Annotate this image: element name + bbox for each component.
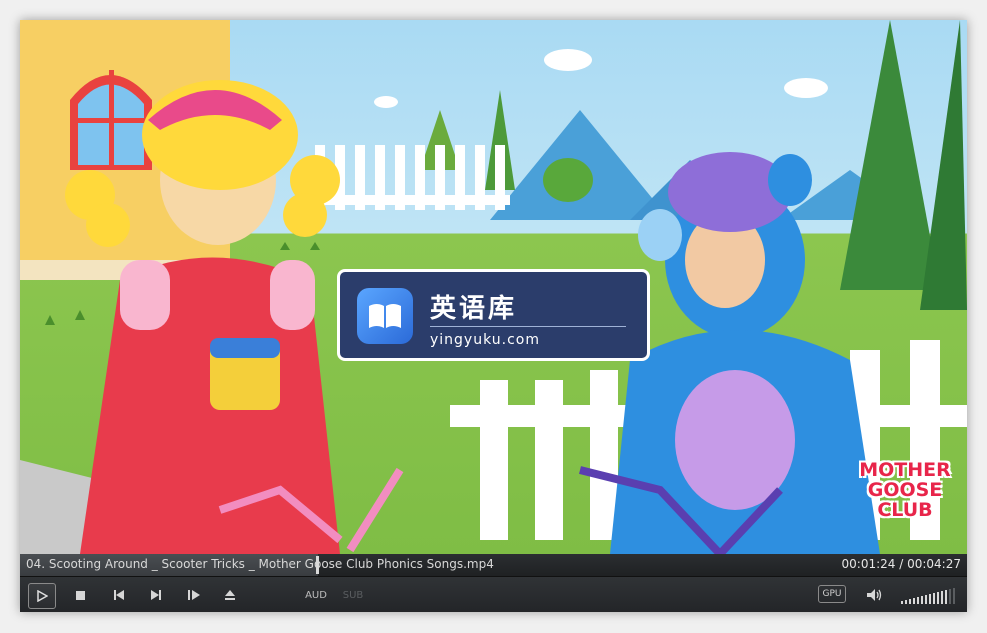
play-icon [37, 590, 48, 602]
stop-button[interactable] [67, 583, 93, 607]
subtitle-button[interactable]: SUB [340, 586, 366, 604]
brand-line-3: CLUB [877, 499, 933, 521]
audio-track-button[interactable]: AUD [303, 586, 329, 604]
volume-bar[interactable] [909, 599, 911, 604]
frame-step-button[interactable] [181, 583, 207, 607]
volume-bar[interactable] [913, 598, 915, 604]
play-button[interactable] [28, 583, 56, 609]
volume-bar[interactable] [925, 595, 927, 604]
media-player-window: 英语库 yingyuku.com MOTHER GOOSE CLUB 04. S… [20, 20, 967, 612]
control-bar: AUD SUB GPU [20, 576, 967, 612]
stop-icon [75, 590, 85, 600]
watermark-title: 英语库 [430, 294, 518, 324]
brand-line-2: GOOSE [867, 479, 943, 501]
video-brand-logo: MOTHER GOOSE CLUB [855, 460, 955, 534]
mute-button[interactable] [862, 583, 888, 607]
watermark-url: yingyuku.com [430, 332, 540, 348]
brand-line-1: MOTHER [859, 459, 951, 481]
time-display: 00:01:24 / 00:04:27 [841, 557, 961, 571]
book-icon [357, 288, 413, 344]
seek-bar[interactable]: 04. Scooting Around _ Scooter Tricks _ M… [20, 554, 967, 576]
next-button[interactable] [143, 583, 169, 607]
frame-step-icon [188, 590, 200, 600]
next-icon [151, 590, 161, 600]
video-frame[interactable]: 英语库 yingyuku.com MOTHER GOOSE CLUB [20, 20, 967, 554]
volume-bar[interactable] [917, 597, 919, 604]
volume-bar[interactable] [933, 593, 935, 604]
gpu-toggle-button[interactable]: GPU [818, 585, 846, 603]
volume-bar[interactable] [937, 592, 939, 604]
volume-bar[interactable] [901, 601, 903, 604]
volume-bar[interactable] [941, 591, 943, 604]
eject-icon [225, 590, 235, 600]
eject-button[interactable] [217, 583, 243, 607]
previous-icon [114, 590, 124, 600]
speaker-icon [867, 589, 882, 601]
volume-bar[interactable] [921, 596, 923, 604]
volume-bar[interactable] [929, 594, 931, 604]
file-title: 04. Scooting Around _ Scooter Tricks _ M… [26, 557, 494, 571]
volume-bar[interactable] [953, 588, 955, 604]
watermark-divider [430, 326, 626, 327]
previous-button[interactable] [106, 583, 132, 607]
volume-slider[interactable] [901, 586, 957, 604]
watermark-banner: 英语库 yingyuku.com [337, 269, 650, 361]
volume-bar[interactable] [905, 600, 907, 604]
volume-bar[interactable] [945, 590, 947, 604]
volume-bar[interactable] [949, 589, 951, 604]
